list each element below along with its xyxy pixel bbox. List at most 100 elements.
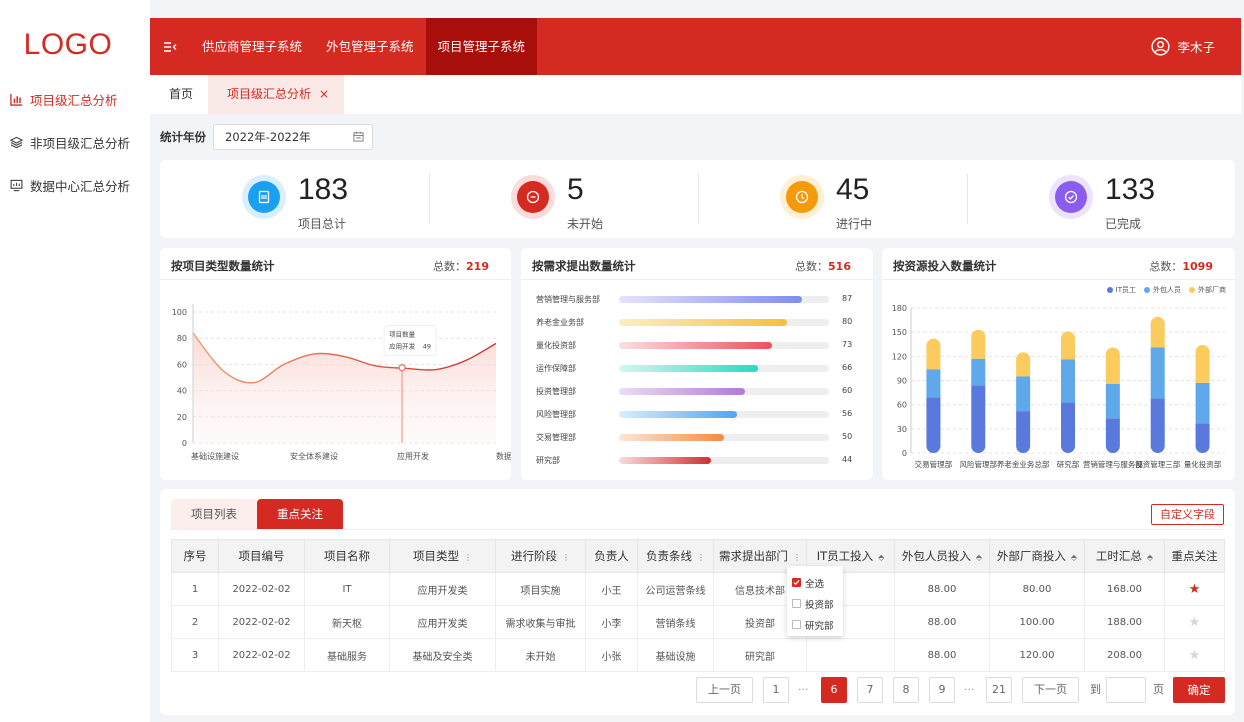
sort-icon[interactable]: ⬘	[1071, 553, 1077, 562]
bar-mark[interactable]	[619, 319, 787, 326]
cell-name: 基础服务	[304, 638, 390, 672]
menu-toggle-icon[interactable]	[150, 18, 190, 75]
bar-mark[interactable]	[619, 342, 773, 349]
checkbox-icon[interactable]	[792, 599, 801, 608]
cell-name: 新天枢	[304, 605, 390, 639]
bar-segment	[926, 338, 941, 370]
bar-value-label: 66	[842, 363, 853, 372]
stat-icon-ring	[1049, 175, 1093, 219]
prev-page-button[interactable]: 上一页	[696, 677, 753, 703]
dropdown-option-all[interactable]: 全选	[787, 572, 843, 593]
year-range-value: 2022年-2022年	[225, 130, 311, 144]
dropdown-option-research[interactable]: 研究部	[787, 614, 843, 635]
cell-code: 2022-02-02	[218, 605, 305, 639]
close-icon[interactable]: ×	[319, 75, 329, 114]
filter-icon[interactable]: ⋮	[464, 553, 472, 562]
sidebar-item-project-summary[interactable]: 项目级汇总分析	[10, 90, 118, 109]
page-tab-current[interactable]: 项目级汇总分析 ×	[208, 75, 345, 114]
page-button-current[interactable]: 6	[821, 677, 847, 703]
stat-label: 进行中	[836, 217, 873, 231]
table-row[interactable]: 1 2022-02-02 IT 应用开发类 项目实施 小王 公司运营条线 信息技…	[171, 572, 1225, 606]
page-button[interactable]: 1	[763, 677, 789, 703]
page-tab-bar: 首页 项目级汇总分析 ×	[150, 75, 1241, 114]
bar-segment	[1061, 331, 1075, 360]
table-row[interactable]: 2 2022-02-02 新天枢 应用开发类 需求收集与审批 小李 营销条线 投…	[171, 605, 1225, 639]
year-range-input[interactable]: 2022年-2022年	[213, 124, 373, 150]
stat-label: 未开始	[567, 217, 604, 231]
sort-icon[interactable]: ⬘	[878, 553, 884, 562]
bar-segment	[926, 369, 941, 398]
bar-category-label: 研究部	[536, 456, 560, 465]
cell-dept: 研究部	[713, 638, 807, 672]
document-icon	[248, 181, 280, 213]
header-tab-project[interactable]: 项目管理子系统	[425, 18, 538, 75]
bar-segment	[1061, 359, 1075, 403]
y-tick-label: 40	[177, 387, 187, 396]
card-total-label: 总数：	[795, 260, 829, 273]
sort-icon[interactable]: ⬘	[976, 553, 982, 562]
filter-icon[interactable]: ⋮	[793, 553, 801, 562]
star-filled-icon[interactable]: ★	[1189, 582, 1201, 597]
next-page-button[interactable]: 下一页	[1022, 677, 1079, 703]
filter-icon[interactable]: ⋮	[562, 553, 570, 562]
cell-no: 3	[171, 638, 219, 672]
sidebar-item-datacenter-summary[interactable]: 数据中心汇总分析	[10, 176, 130, 195]
y-tick-label: 100	[172, 308, 187, 317]
filter-icon[interactable]: ⋮	[697, 553, 705, 562]
sidebar: LOGO 项目级汇总分析 非项目级汇总分析 数据中心汇总分析	[0, 0, 150, 722]
cell-hours: 188.00	[1084, 605, 1165, 639]
dropdown-option-invest[interactable]: 投资部	[787, 593, 843, 614]
sidebar-item-non-project-summary[interactable]: 非项目级汇总分析	[10, 133, 130, 152]
tooltip-title: 项目数量	[389, 330, 416, 339]
bar-mark[interactable]	[619, 388, 745, 395]
col-header-owner: 负责人	[585, 539, 638, 573]
bar-segment	[971, 329, 986, 359]
star-empty-icon[interactable]: ★	[1189, 648, 1201, 663]
bar-mark[interactable]	[619, 411, 737, 418]
page-ellipsis[interactable]: ···	[964, 677, 975, 703]
goto-page-input[interactable]	[1106, 677, 1146, 703]
page-ellipsis[interactable]: ···	[798, 677, 809, 703]
bar-category-label: 养老金业务部	[536, 318, 584, 327]
bar-mark[interactable]	[619, 296, 802, 303]
y-tick-label: 120	[892, 352, 907, 361]
card-total-value: 516	[828, 260, 851, 273]
tab-key-focus[interactable]: 重点关注	[257, 499, 343, 529]
bar-value-label: 56	[842, 409, 853, 418]
cell-vendor: 100.00	[989, 605, 1085, 639]
bar-segment	[1150, 347, 1165, 399]
bar-mark[interactable]	[619, 365, 758, 372]
custom-fields-button[interactable]: 自定义字段	[1151, 504, 1224, 525]
header-tab-supplier[interactable]: 供应商管理子系统	[190, 18, 314, 75]
cell-owner: 小李	[585, 605, 638, 639]
page-tab-home[interactable]: 首页	[150, 75, 208, 114]
page-button[interactable]: 21	[986, 677, 1012, 703]
layers-icon	[10, 136, 23, 149]
tab-project-list[interactable]: 项目列表	[171, 499, 257, 529]
resource-chart-card: 按资源投入数量统计 总数：1099 IT员工 外包人员 外部厂商 0 30 60 90…	[882, 248, 1235, 480]
bar-mark[interactable]	[619, 457, 712, 464]
star-empty-icon[interactable]: ★	[1189, 615, 1201, 630]
user-menu[interactable]: 李木子	[1151, 18, 1215, 75]
col-header-code: 项目编号	[218, 539, 305, 573]
checkbox-checked-icon[interactable]	[792, 578, 801, 587]
col-header-label: 项目编号	[238, 549, 285, 563]
stat-not-started: 5 未开始	[429, 160, 698, 238]
sort-icon[interactable]: ⬘	[1147, 553, 1153, 562]
confirm-button[interactable]: 确定	[1173, 677, 1225, 703]
user-avatar-icon	[1151, 37, 1171, 56]
page-button[interactable]: 9	[929, 677, 955, 703]
header-tab-outsource[interactable]: 外包管理子系统	[314, 18, 426, 75]
col-header-label: 负责条线	[646, 549, 692, 563]
page-button[interactable]: 8	[893, 677, 919, 703]
table-row[interactable]: 3 2022-02-02 基础服务 基础及安全类 未开始 小张 基础设施 研究部…	[171, 638, 1225, 672]
bar-value-label: 80	[842, 317, 853, 326]
line-area	[193, 332, 496, 443]
checkbox-icon[interactable]	[792, 620, 801, 629]
col-header-name: 项目名称	[304, 539, 390, 573]
col-header-stage: 进行阶段 ⋮	[495, 539, 586, 573]
bar-segment	[1016, 352, 1031, 377]
page-button[interactable]: 7	[857, 677, 883, 703]
bar-mark[interactable]	[619, 434, 724, 441]
bar-segment	[1016, 411, 1031, 453]
